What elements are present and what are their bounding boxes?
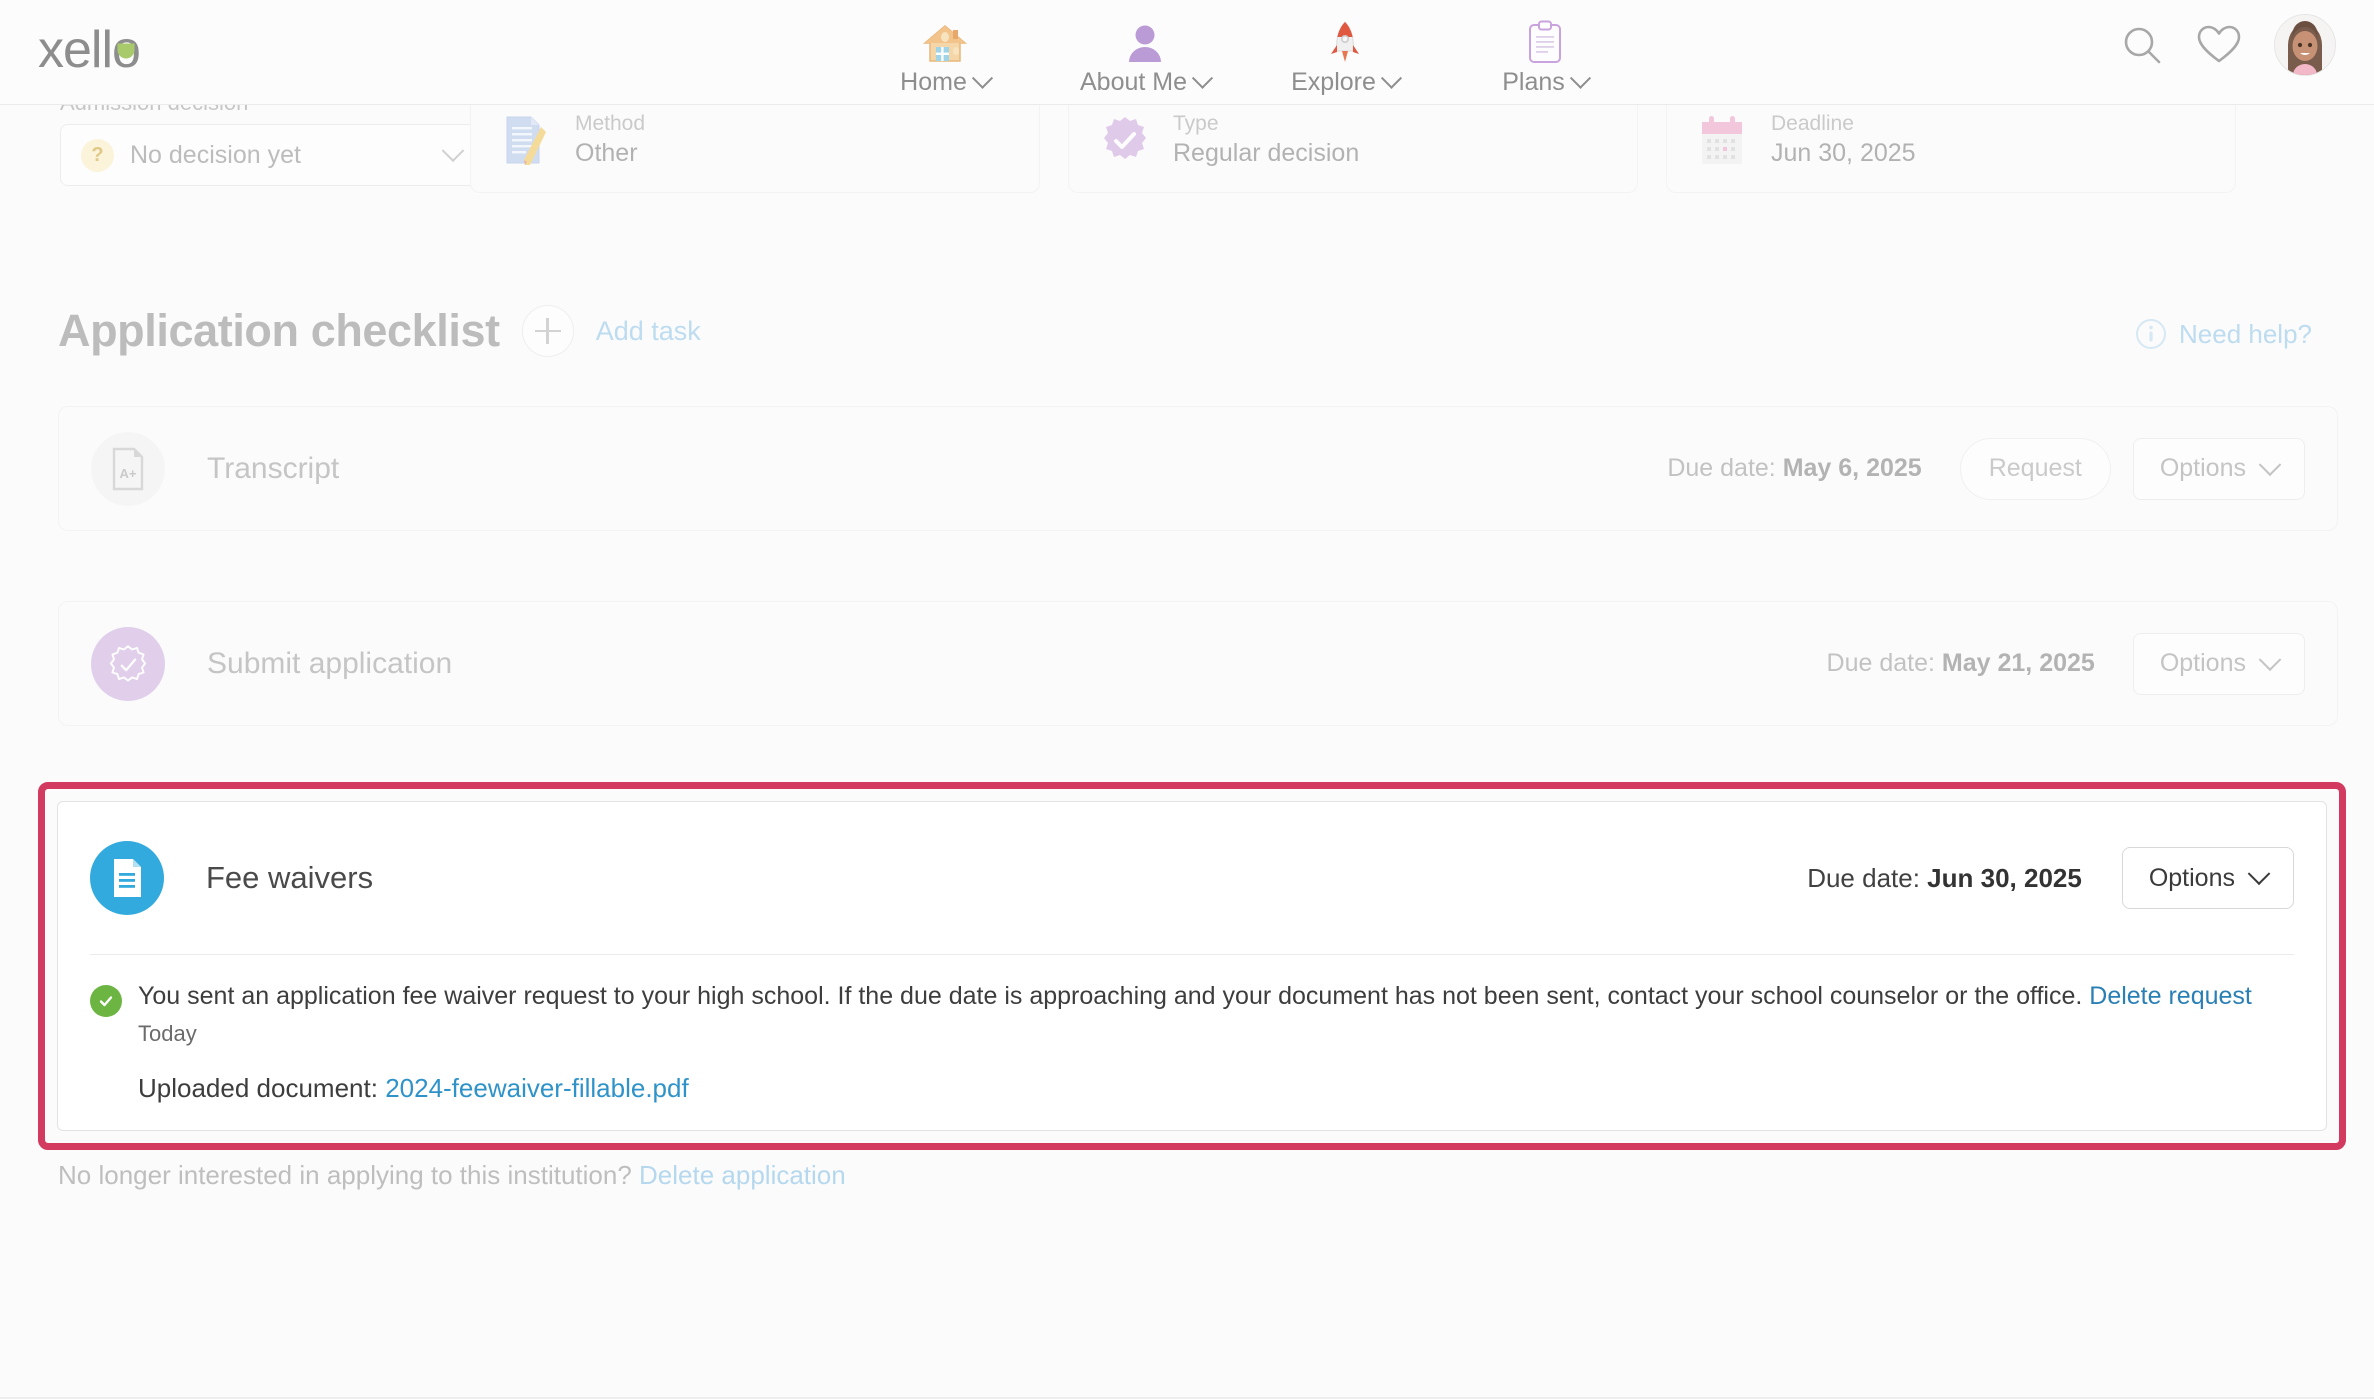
chevron-down-icon [2258, 452, 2282, 476]
options-label: Options [2159, 649, 2246, 677]
add-task-plus-icon[interactable] [521, 305, 574, 357]
nav-label: Explore [1291, 67, 1402, 97]
application-summary-row: Admission decision ? No decision yet [0, 88, 2374, 210]
nav-item-explore[interactable]: Explore [1245, 8, 1445, 97]
fee-waivers-highlight: Fee waivers Due date: Jun 30, 2025 Optio… [38, 782, 2346, 1150]
options-button[interactable]: Options [2132, 437, 2305, 500]
xello-logo[interactable]: xello [38, 21, 141, 79]
person-icon [1045, 14, 1245, 64]
heart-icon[interactable] [2196, 24, 2242, 66]
chevron-down-icon [1380, 67, 1402, 89]
info-card-label: Type [1173, 112, 1219, 136]
question-badge-icon: ? [81, 138, 114, 172]
nav-label: About Me [1080, 67, 1214, 97]
rocket-icon [1245, 14, 1445, 64]
status-message: You sent an application fee waiver reque… [138, 981, 2252, 1012]
checklist-header: Application checklist Add task [58, 305, 701, 357]
chevron-down-icon [1191, 67, 1214, 89]
calendar-icon [1697, 114, 1757, 168]
info-card-text: Method Other [575, 111, 645, 170]
delete-application-link[interactable]: Delete application [639, 1160, 846, 1190]
uploaded-document-label: Uploaded document: [138, 1073, 378, 1103]
admission-decision-select[interactable]: ? No decision yet [60, 124, 482, 186]
status-message-text: You sent an application fee waiver reque… [138, 982, 2083, 1010]
task-due-date: Due date: May 6, 2025 [1667, 454, 1922, 482]
logo-o: o [112, 24, 141, 76]
badge-check-icon [1099, 115, 1159, 167]
delete-application-note: No longer interested in applying to this… [58, 1160, 846, 1191]
task-due-date: Due date: Jun 30, 2025 [1807, 862, 2082, 893]
nav-item-home[interactable]: Home [845, 8, 1045, 97]
fee-waivers-card: Fee waivers Due date: Jun 30, 2025 Optio… [57, 801, 2327, 1131]
need-help-label: Need help? [2179, 318, 2312, 349]
info-card-text: Deadline Jun 30, 2025 [1771, 111, 1916, 170]
add-task-link[interactable]: Add task [596, 316, 701, 347]
delete-request-link[interactable]: Delete request [2089, 982, 2252, 1010]
application-detail-page: xello Home [0, 0, 2374, 1399]
info-card-value: Jun 30, 2025 [1771, 139, 1916, 168]
main-navigation: Home About Me Explore Plans [845, 8, 1645, 97]
fee-waivers-body: You sent an application fee waiver reque… [58, 955, 2326, 1104]
info-icon [2136, 319, 2166, 349]
site-header: xello Home [0, 0, 2374, 105]
info-card-text: Type Regular decision [1173, 111, 1359, 170]
chevron-down-icon [441, 139, 465, 163]
document-icon [90, 841, 164, 915]
logo-text: xell [38, 21, 113, 79]
task-name: Transcript [207, 451, 340, 485]
options-label: Options [2159, 454, 2246, 482]
house-icon [845, 14, 1045, 64]
task-row-submit-application[interactable]: Submit application Due date: May 21, 202… [58, 601, 2338, 726]
check-circle-icon [90, 985, 122, 1017]
chevron-down-icon [2258, 647, 2282, 671]
task-due-value: May 21, 2025 [1941, 649, 2095, 677]
clipboard-icon [1445, 14, 1645, 64]
task-due-date: Due date: May 21, 2025 [1826, 649, 2095, 677]
nav-label: Plans [1502, 67, 1591, 97]
chevron-down-icon [2247, 862, 2271, 886]
nav-label: Home [900, 67, 993, 97]
chevron-down-icon [1569, 67, 1591, 89]
task-row-transcript[interactable]: A+ Transcript Due date: May 6, 2025 Requ… [58, 406, 2338, 531]
admission-decision-value: No decision yet [130, 140, 301, 169]
avatar[interactable] [2274, 14, 2336, 76]
svg-text:A+: A+ [120, 466, 137, 481]
search-icon[interactable] [2120, 23, 2164, 67]
info-card-value: Other [575, 139, 638, 168]
need-help-button[interactable]: Need help? [2135, 318, 2312, 350]
nav-item-plans[interactable]: Plans [1445, 8, 1645, 97]
status-timestamp: Today [138, 1021, 197, 1046]
uploaded-document-link[interactable]: 2024-feewaiver-fillable.pdf [385, 1073, 689, 1103]
options-button[interactable]: Options [2121, 847, 2294, 909]
info-card-label: Method [575, 112, 646, 136]
uploaded-document-row: Uploaded document: 2024-feewaiver-fillab… [138, 1073, 2294, 1104]
fee-waivers-header: Fee waivers Due date: Jun 30, 2025 Optio… [58, 802, 2326, 954]
badge-check-icon [91, 626, 165, 701]
task-due-value: Jun 30, 2025 [1927, 862, 2082, 893]
chevron-down-icon [971, 67, 993, 89]
info-card-value: Regular decision [1173, 139, 1360, 168]
nav-item-about-me[interactable]: About Me [1045, 8, 1245, 97]
task-due-value: May 6, 2025 [1782, 454, 1922, 482]
status-message-row: You sent an application fee waiver reque… [90, 981, 2294, 1017]
header-actions [2120, 14, 2336, 76]
admission-decision-group: Admission decision ? No decision yet [0, 90, 482, 186]
info-card-label: Deadline [1771, 112, 1854, 136]
page-title: Application checklist [58, 305, 500, 356]
options-label: Options [2148, 863, 2235, 892]
task-name: Submit application [207, 646, 453, 680]
request-button[interactable]: Request [1959, 437, 2111, 500]
task-name: Fee waivers [206, 860, 374, 895]
transcript-a-plus-icon: A+ [91, 431, 165, 506]
document-pencil-icon [501, 113, 561, 169]
delete-application-text: No longer interested in applying to this… [58, 1160, 632, 1190]
options-button[interactable]: Options [2132, 632, 2305, 695]
